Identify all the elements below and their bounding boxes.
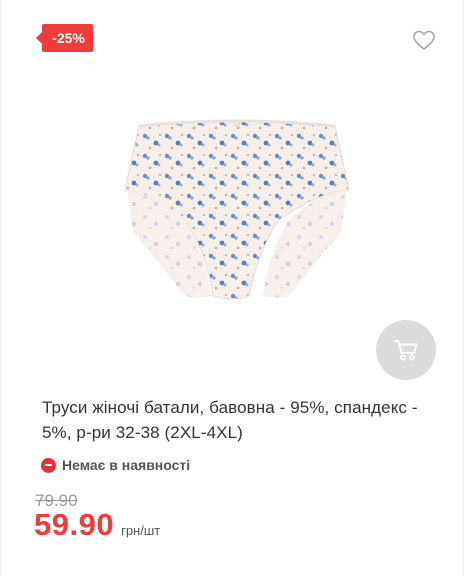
- stock-status-text: Немає в наявності: [62, 457, 191, 473]
- product-title[interactable]: Труси жіночі батали, бавовна - 95%, спан…: [42, 395, 437, 445]
- price-row: 59.90 грн/шт: [34, 507, 160, 543]
- stock-status: Немає в наявності: [41, 456, 190, 474]
- price-unit: грн/шт: [121, 523, 161, 538]
- product-card[interactable]: -25% Труси жіночі батали, бавовна - 95%,…: [0, 0, 464, 576]
- discount-badge: -25%: [36, 24, 93, 52]
- add-to-cart-button[interactable]: [376, 320, 436, 380]
- heart-outline-icon: [413, 30, 435, 50]
- cart-icon: [394, 340, 418, 361]
- product-image[interactable]: [119, 112, 355, 308]
- favorite-button[interactable]: [411, 28, 437, 52]
- minus-circle-icon: [41, 457, 56, 473]
- current-price: 59.90: [34, 507, 115, 542]
